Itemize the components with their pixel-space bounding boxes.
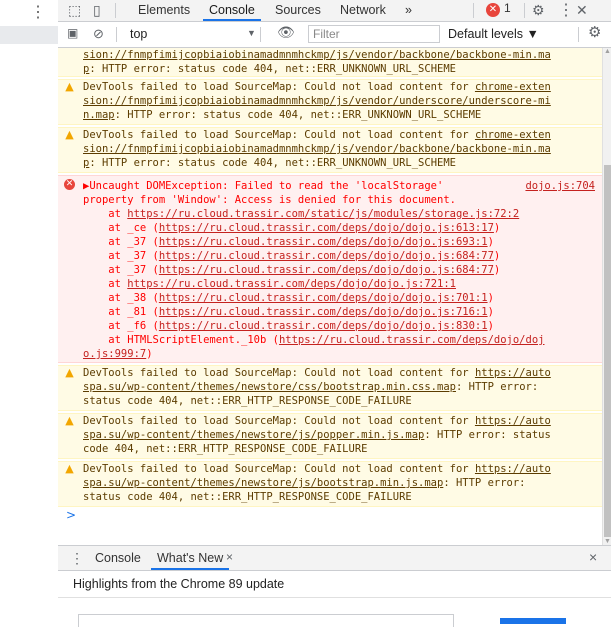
chevron-down-icon[interactable]: ▼	[247, 28, 256, 38]
error-count[interactable]: 1	[504, 1, 511, 15]
divider	[116, 27, 117, 42]
main-tab-bar: ⬚ ▯ Elements Console Sources Network » ✕…	[58, 0, 611, 22]
warning-message: ▲ DevTools failed to load SourceMap: Cou…	[58, 127, 602, 173]
divider	[473, 3, 474, 18]
error-source-link[interactable]: dojo.js:704	[525, 179, 595, 193]
sourcemap-link[interactable]: chrome-exten	[475, 129, 551, 141]
message-text: DevTools failed to load SourceMap: Could…	[83, 415, 475, 427]
tab-elements[interactable]: Elements	[138, 0, 190, 20]
error-message: ✕ dojo.js:704 ▶Uncaught DOMException: Fa…	[58, 175, 602, 363]
divider	[115, 3, 116, 18]
message-text: : HTTP error: status code 404, net::ERR_…	[114, 109, 482, 121]
error-title[interactable]: ▶Uncaught DOMException: Failed to read t…	[83, 179, 598, 193]
whats-new-card[interactable]	[78, 614, 454, 627]
sourcemap-link[interactable]: spa.su/wp-content/themes/newstore/js/pop…	[83, 429, 424, 441]
sourcemap-link[interactable]: spa.su/wp-content/themes/newstore/css/bo…	[83, 381, 456, 393]
sourcemap-link[interactable]: spa.su/wp-content/themes/newstore/js/boo…	[83, 477, 443, 489]
whats-new-heading: Highlights from the Chrome 89 update	[73, 577, 285, 591]
message-text: : HTTP error: status	[424, 429, 551, 441]
scrollbar-thumb[interactable]	[604, 165, 611, 537]
warning-message: ▲ DevTools failed to load SourceMap: Cou…	[58, 413, 602, 459]
console-settings-gear-icon[interactable]: ⚙	[588, 23, 601, 41]
stack-link[interactable]: https://ru.cloud.trassir.com/deps/dojo/d…	[159, 250, 494, 262]
live-expression-eye-icon[interactable]: 👁	[277, 24, 295, 41]
vertical-dots-icon[interactable]: ⋮	[70, 550, 84, 567]
selected-row	[0, 26, 58, 44]
message-text: DevTools failed to load SourceMap: Could…	[83, 129, 475, 141]
warning-icon: ▲	[65, 366, 74, 379]
stack-link[interactable]: https://ru.cloud.trassir.com/deps/dojo/d…	[159, 292, 488, 304]
stack-link[interactable]: https://ru.cloud.trassir.com/deps/dojo/d…	[159, 320, 488, 332]
whats-new-content	[58, 597, 611, 627]
sourcemap-link[interactable]: sion://fnmpfimijcopbiaiobinamadmnmhckmp/…	[83, 95, 551, 107]
warning-icon: ▲	[65, 80, 74, 93]
sourcemap-link[interactable]: https://auto	[475, 463, 551, 475]
vertical-dots-icon[interactable]: ⋮	[558, 0, 574, 20]
message-text: : HTTP error: status code 404, net::ERR_…	[89, 63, 456, 75]
filter-input[interactable]: Filter	[308, 25, 440, 43]
message-text: DevTools failed to load SourceMap: Could…	[83, 367, 475, 379]
close-drawer-icon[interactable]: ×	[589, 549, 597, 565]
tab-console[interactable]: Console	[203, 0, 261, 21]
warning-message: ▲ DevTools failed to load SourceMap: Cou…	[58, 365, 602, 411]
message-text: : HTTP error:	[455, 381, 539, 393]
whats-new-banner	[500, 618, 566, 624]
stack-link[interactable]: https://ru.cloud.trassir.com/deps/dojo/d…	[159, 264, 494, 276]
warning-message: ▲ DevTools failed to load SourceMap: Cou…	[58, 461, 602, 507]
stack-link[interactable]: https://ru.cloud.trassir.com/static/js/m…	[127, 208, 519, 220]
stack-link[interactable]: https://ru.cloud.trassir.com/deps/dojo/d…	[159, 222, 494, 234]
vertical-dots-icon[interactable]: ⋮	[30, 2, 46, 22]
error-icon: ✕	[64, 179, 75, 190]
drawer-tab-whats-new[interactable]: What's New	[150, 551, 230, 570]
sidebar-toggle-icon[interactable]: ▣	[67, 26, 78, 40]
drawer-tab-bar: ⋮ Console What's New × ×	[58, 545, 611, 571]
context-selector[interactable]: top	[130, 27, 147, 41]
settings-gear-icon[interactable]: ⚙	[532, 2, 545, 19]
drawer-tab-console[interactable]: Console	[95, 551, 141, 565]
clear-console-icon[interactable]: ⊘	[93, 26, 104, 42]
tab-sources[interactable]: Sources	[275, 0, 321, 20]
console-messages: sion://fnmpfimijcopbiaiobinamadmnmhckmp/…	[58, 48, 602, 545]
sourcemap-link[interactable]: n.map	[83, 109, 115, 121]
message-text: : HTTP error: status code 404, net::ERR_…	[89, 157, 456, 169]
stack-link[interactable]: https://ru.cloud.trassir.com/deps/dojo/d…	[279, 334, 545, 346]
inspect-element-icon[interactable]: ⬚	[68, 2, 81, 19]
message-text: DevTools failed to load SourceMap: Could…	[83, 81, 475, 93]
stack-link[interactable]: https://ru.cloud.trassir.com/deps/dojo/d…	[159, 306, 488, 318]
warning-icon: ▲	[65, 462, 74, 475]
inspected-page-panel: ⋮	[0, 0, 59, 622]
scroll-down-arrow-icon[interactable]: ▼	[604, 538, 611, 545]
warning-message: ▲ DevTools failed to load SourceMap: Cou…	[58, 79, 602, 125]
sourcemap-link[interactable]: https://auto	[475, 367, 551, 379]
stack-link[interactable]: https://ru.cloud.trassir.com/deps/dojo/d…	[127, 278, 456, 290]
device-toolbar-icon[interactable]: ▯	[93, 2, 101, 19]
console-toolbar: ▣ ⊘ top ▼ 👁 Filter Default levels ▼ ⚙	[58, 22, 611, 48]
divider	[578, 27, 579, 42]
warning-icon: ▲	[65, 414, 74, 427]
close-tab-icon[interactable]: ×	[226, 550, 233, 564]
console-prompt-icon[interactable]: >	[66, 508, 76, 522]
error-count-icon[interactable]: ✕	[486, 3, 500, 17]
log-levels-dropdown[interactable]: Default levels ▼	[448, 27, 539, 41]
more-tabs-button[interactable]: »	[405, 0, 412, 20]
devtools-panel: ⬚ ▯ Elements Console Sources Network » ✕…	[58, 0, 611, 627]
message-text: DevTools failed to load SourceMap: Could…	[83, 463, 475, 475]
stack-link[interactable]: https://ru.cloud.trassir.com/deps/dojo/d…	[159, 236, 488, 248]
sourcemap-link[interactable]: sion://fnmpfimijcopbiaiobinamadmnmhckmp/…	[83, 143, 551, 155]
scroll-up-arrow-icon[interactable]: ▲	[604, 48, 611, 55]
close-devtools-icon[interactable]: ✕	[576, 2, 588, 19]
warning-icon: ▲	[65, 128, 74, 141]
warning-message: sion://fnmpfimijcopbiaiobinamadmnmhckmp/…	[58, 48, 602, 77]
sourcemap-link[interactable]: sion://fnmpfimijcopbiaiobinamadmnmhckmp/…	[83, 49, 551, 61]
tab-network[interactable]: Network	[340, 0, 386, 20]
sourcemap-link[interactable]: https://auto	[475, 415, 551, 427]
message-text: : HTTP error:	[443, 477, 526, 489]
console-scrollbar[interactable]: ▲ ▼	[602, 48, 611, 545]
divider	[524, 3, 525, 18]
stack-link[interactable]: o.js:999:7	[83, 348, 146, 360]
sourcemap-link[interactable]: chrome-exten	[475, 81, 551, 93]
divider	[260, 27, 261, 42]
